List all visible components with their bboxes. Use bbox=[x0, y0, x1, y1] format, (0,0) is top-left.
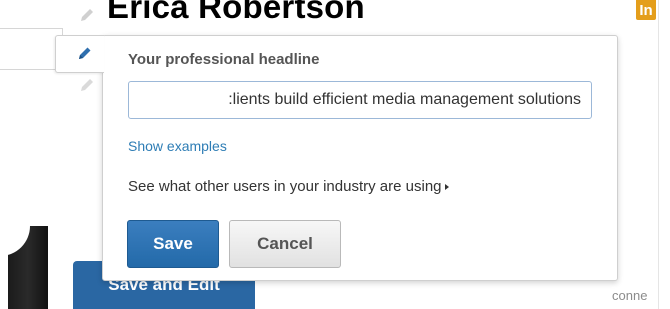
headline-title: Your professional headline bbox=[128, 51, 320, 68]
pencil-icon bbox=[79, 47, 91, 59]
headline-input[interactable] bbox=[128, 81, 592, 119]
cancel-button[interactable]: Cancel bbox=[229, 220, 341, 268]
profile-photo bbox=[0, 216, 48, 309]
industry-headlines-link[interactable]: See what other users in your industry ar… bbox=[128, 178, 449, 195]
name-pencil-icon[interactable] bbox=[78, 6, 96, 24]
show-examples-link[interactable]: Show examples bbox=[128, 138, 227, 154]
headline-editor-popover: Your professional headline Show examples… bbox=[102, 35, 618, 281]
linkedin-badge: In bbox=[636, 0, 656, 20]
caret-right-icon bbox=[444, 184, 449, 191]
headline-pencil-icon bbox=[81, 79, 93, 91]
save-button[interactable]: Save bbox=[127, 220, 219, 268]
industry-link-label: See what other users in your industry ar… bbox=[128, 178, 442, 195]
edit-tab[interactable] bbox=[55, 35, 104, 73]
connections-text: conne bbox=[612, 288, 648, 303]
profile-name: Erica Robertson bbox=[107, 0, 365, 25]
left-panel-tab bbox=[0, 28, 63, 70]
